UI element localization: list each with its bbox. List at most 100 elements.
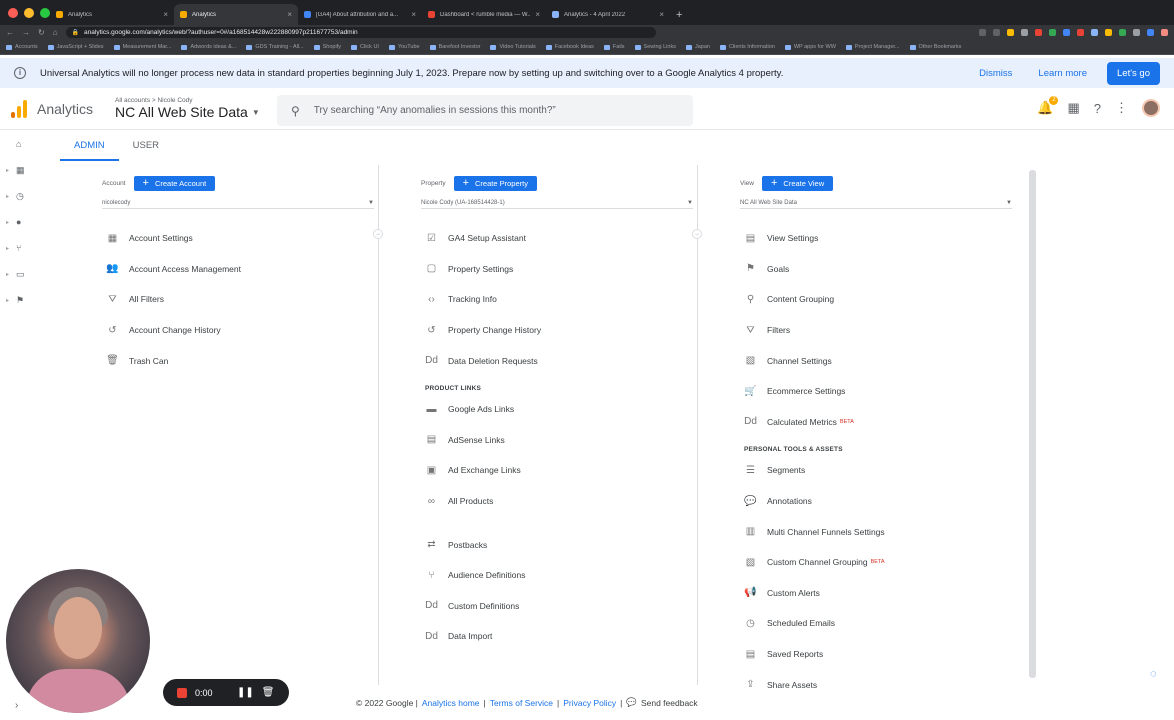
more-vert-icon[interactable]: ⋮ [1115, 100, 1128, 116]
apps-grid-icon[interactable]: ▦ [1067, 100, 1079, 116]
admin-item[interactable]: Dd Calculated Metrics BETA [744, 407, 885, 438]
admin-item[interactable]: Dd Data Deletion Requests [425, 345, 541, 376]
account-picker[interactable]: All accounts > Nicole Cody NC All Web Si… [115, 97, 260, 120]
pause-icon[interactable]: ❚❚ [237, 687, 254, 698]
dismiss-button[interactable]: Dismiss [979, 68, 1012, 79]
extension-icon[interactable] [1119, 29, 1126, 36]
help-icon[interactable]: ? [1094, 101, 1101, 116]
admin-item[interactable]: ▧ Custom Channel Grouping BETA [744, 547, 885, 578]
bookmark-item[interactable]: Shopify [313, 44, 341, 50]
view-selector[interactable]: NC All Web Site Data ▼ [740, 197, 1012, 209]
extension-icon[interactable] [1091, 29, 1098, 36]
property-selector[interactable]: Nicole Cody (UA-168514428-1) ▼ [421, 197, 693, 209]
back-icon[interactable]: ← [6, 28, 14, 37]
expand-nav-icon[interactable]: › [15, 700, 18, 711]
admin-item[interactable]: 💬 Annotations [744, 486, 885, 517]
forward-icon[interactable]: → [22, 28, 30, 37]
bookmark-item[interactable]: Other Bookmarks [909, 44, 961, 50]
create-property-button[interactable]: + Create Property [453, 176, 537, 191]
new-tab-button[interactable]: + [676, 4, 682, 25]
nav-behavior[interactable]: ▸ ▭ [0, 261, 44, 287]
terms-link[interactable]: Terms of Service [490, 698, 553, 708]
admin-item[interactable]: ▤ Saved Reports [744, 639, 885, 670]
bookmark-item[interactable]: Accounts [6, 44, 38, 50]
admin-item[interactable]: ∞ All Products [425, 486, 541, 517]
admin-item[interactable]: 🛒 Ecommerce Settings [744, 376, 885, 407]
lets-go-button[interactable]: Let's go [1107, 61, 1160, 85]
admin-item[interactable]: Dd Data Import [425, 621, 541, 652]
admin-item[interactable]: ▣ Ad Exchange Links [425, 455, 541, 486]
extension-icon[interactable] [1035, 29, 1042, 36]
bookmark-item[interactable]: Facebook Ideas [545, 44, 594, 50]
admin-item[interactable]: ☑ GA4 Setup Assistant [425, 223, 541, 254]
admin-item[interactable]: ▢ Property Settings [425, 254, 541, 285]
bookmark-item[interactable]: Video Tutorials [490, 44, 536, 50]
reload-icon[interactable]: ↻ [38, 28, 45, 37]
create-account-button[interactable]: + Create Account [133, 176, 216, 191]
close-tab-icon[interactable]: × [411, 10, 416, 19]
window-controls[interactable] [8, 8, 50, 18]
nav-home[interactable]: ⌂ [0, 131, 44, 157]
extension-icon[interactable] [1021, 29, 1028, 36]
bookmark-item[interactable]: Sewing Links [634, 44, 676, 50]
extension-icon[interactable] [1007, 29, 1014, 36]
browser-tab[interactable]: Dashboard < rumble media — W... × [422, 4, 546, 25]
tab-user[interactable]: USER [119, 134, 173, 161]
admin-item[interactable]: ‹› Tracking Info [425, 284, 541, 315]
learn-more-link[interactable]: Learn more [1038, 68, 1087, 79]
admin-item[interactable]: ⛛ All Filters [106, 284, 241, 315]
admin-item[interactable]: ☰ Segments [744, 455, 885, 486]
tab-admin[interactable]: ADMIN [60, 134, 119, 161]
admin-item[interactable]: ▧ Channel Settings [744, 345, 885, 376]
admin-item[interactable]: 👥 Account Access Management [106, 254, 241, 285]
close-tab-icon[interactable]: × [659, 10, 664, 19]
extension-icon[interactable] [993, 29, 1000, 36]
extension-icon[interactable] [1077, 29, 1084, 36]
admin-item[interactable]: ⚲ Content Grouping [744, 284, 885, 315]
notifications-icon[interactable]: 🔔 2 [1037, 96, 1059, 116]
extension-icon[interactable] [1105, 29, 1112, 36]
bookmark-item[interactable]: JavaScript + Slides [47, 44, 104, 50]
search-input[interactable]: ⚲ Try searching “Any anomalies in sessio… [277, 95, 693, 126]
bookmark-item[interactable]: Japan [685, 44, 710, 50]
nav-acquisition[interactable]: ▸ ⑂ [0, 235, 44, 261]
nav-audience[interactable]: ▸ ● [0, 209, 44, 235]
close-tab-icon[interactable]: × [535, 10, 540, 19]
admin-item[interactable]: Dd Custom Definitions [425, 591, 541, 622]
admin-item[interactable]: ◷ Scheduled Emails [744, 608, 885, 639]
account-selector[interactable]: nicolecody ▼ [102, 197, 374, 209]
bookmark-item[interactable]: Clients Information [719, 44, 775, 50]
admin-item[interactable]: ↺ Account Change History [106, 315, 241, 346]
close-tab-icon[interactable]: × [287, 10, 292, 19]
extension-icon[interactable] [1147, 29, 1154, 36]
bookmark-item[interactable]: YouTube [388, 44, 420, 50]
bookmark-item[interactable]: Adwords ideas &... [181, 44, 236, 50]
browser-tab[interactable]: [GA4] About attribution and a... × [298, 4, 422, 25]
admin-item[interactable]: ⇪ Share Assets [744, 669, 885, 700]
nav-conversions[interactable]: ▸ ⚑ [0, 287, 44, 313]
bookmark-item[interactable]: Click UI [351, 44, 379, 50]
extension-icon[interactable] [1049, 29, 1056, 36]
close-window-button[interactable] [8, 8, 18, 18]
bookmark-item[interactable]: Measurement Mar... [113, 44, 171, 50]
admin-item[interactable]: ⛛ Filters [744, 315, 885, 346]
browser-tab[interactable]: Analytics × [174, 4, 298, 25]
nav-realtime[interactable]: ▸ ◷ [0, 183, 44, 209]
admin-item[interactable]: ▥ Multi Channel Funnels Settings [744, 516, 885, 547]
admin-item[interactable]: ▤ View Settings [744, 223, 885, 254]
scrollbar[interactable] [1029, 170, 1036, 678]
home-icon[interactable]: ⌂ [53, 28, 58, 37]
admin-item[interactable]: 📢 Custom Alerts [744, 578, 885, 609]
extension-icon[interactable] [1133, 29, 1140, 36]
send-feedback-link[interactable]: Send feedback [641, 698, 698, 708]
minimize-window-button[interactable] [24, 8, 34, 18]
bookmark-item[interactable]: WP apps for WW [784, 44, 836, 50]
trash-icon[interactable]: 🗑 [262, 687, 275, 698]
admin-item[interactable]: ⇄ Postbacks [425, 529, 541, 560]
bookmark-item[interactable]: GDS Training - All... [246, 44, 304, 50]
product-name[interactable]: Analytics [37, 101, 93, 117]
analytics-logo-icon[interactable] [11, 99, 27, 118]
extension-icon[interactable] [979, 29, 986, 36]
extension-icon[interactable] [1063, 29, 1070, 36]
create-view-button[interactable]: + Create View [761, 176, 834, 191]
